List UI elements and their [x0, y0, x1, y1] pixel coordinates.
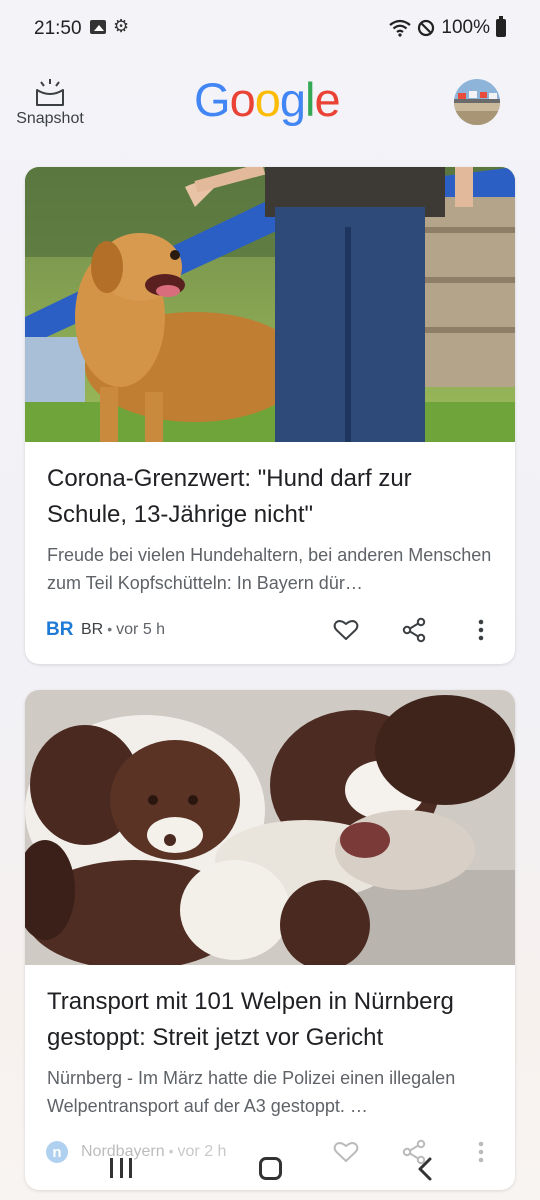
- snapshot-label: Snapshot: [16, 110, 84, 127]
- card-title[interactable]: Transport mit 101 Welpen in Nürnberg ges…: [47, 984, 493, 1056]
- card-footer: BR BR • vor 5 h: [25, 610, 515, 650]
- avatar-image: [454, 79, 500, 125]
- do-not-disturb-icon: [418, 19, 435, 37]
- wifi-icon: [389, 19, 412, 37]
- card-image[interactable]: [25, 167, 515, 442]
- card-snippet: Freude bei vielen Hundehaltern, bei ande…: [47, 545, 492, 593]
- snapshot-icon: [36, 79, 64, 106]
- back-icon[interactable]: [413, 1156, 439, 1182]
- battery-percent: 100%: [441, 17, 490, 38]
- card-title[interactable]: Corona-Grenzwert: "Hund darf zur Schule,…: [47, 461, 493, 533]
- source-name: BR: [81, 621, 104, 638]
- logo-letter: e: [314, 73, 340, 126]
- recents-icon[interactable]: [110, 1158, 132, 1178]
- account-avatar[interactable]: [454, 79, 500, 125]
- home-icon[interactable]: [259, 1157, 282, 1180]
- news-card[interactable]: Corona-Grenzwert: "Hund darf zur Schule,…: [25, 167, 515, 664]
- card-snippet: Nürnberg - Im März hatte die Polizei ein…: [47, 1068, 456, 1116]
- navigation-bar: [0, 1136, 540, 1200]
- snapshot-button[interactable]: Snapshot: [10, 78, 90, 134]
- status-bar: 21:50 ⚙ 100%: [0, 0, 540, 58]
- heart-icon[interactable]: [333, 618, 359, 642]
- logo-letter: g: [279, 73, 306, 126]
- status-time: 21:50: [34, 18, 82, 39]
- status-right: 100%: [389, 16, 506, 39]
- share-icon[interactable]: [402, 617, 426, 643]
- logo-letter: o: [254, 73, 281, 126]
- more-vert-icon[interactable]: [471, 618, 491, 642]
- gear-icon: ⚙: [113, 16, 130, 36]
- source-info[interactable]: BR • vor 5 h: [81, 621, 165, 639]
- publish-time: vor 5 h: [116, 621, 166, 638]
- separator-dot: •: [107, 621, 113, 637]
- logo-letter: o: [229, 73, 256, 126]
- battery-icon: [496, 16, 506, 37]
- source-logo: BR: [46, 619, 74, 640]
- card-image[interactable]: [25, 690, 515, 965]
- gallery-icon: [90, 20, 106, 34]
- logo-letter: G: [194, 73, 231, 126]
- news-card[interactable]: Transport mit 101 Welpen in Nürnberg ges…: [25, 690, 515, 1190]
- google-logo: Google: [194, 72, 341, 127]
